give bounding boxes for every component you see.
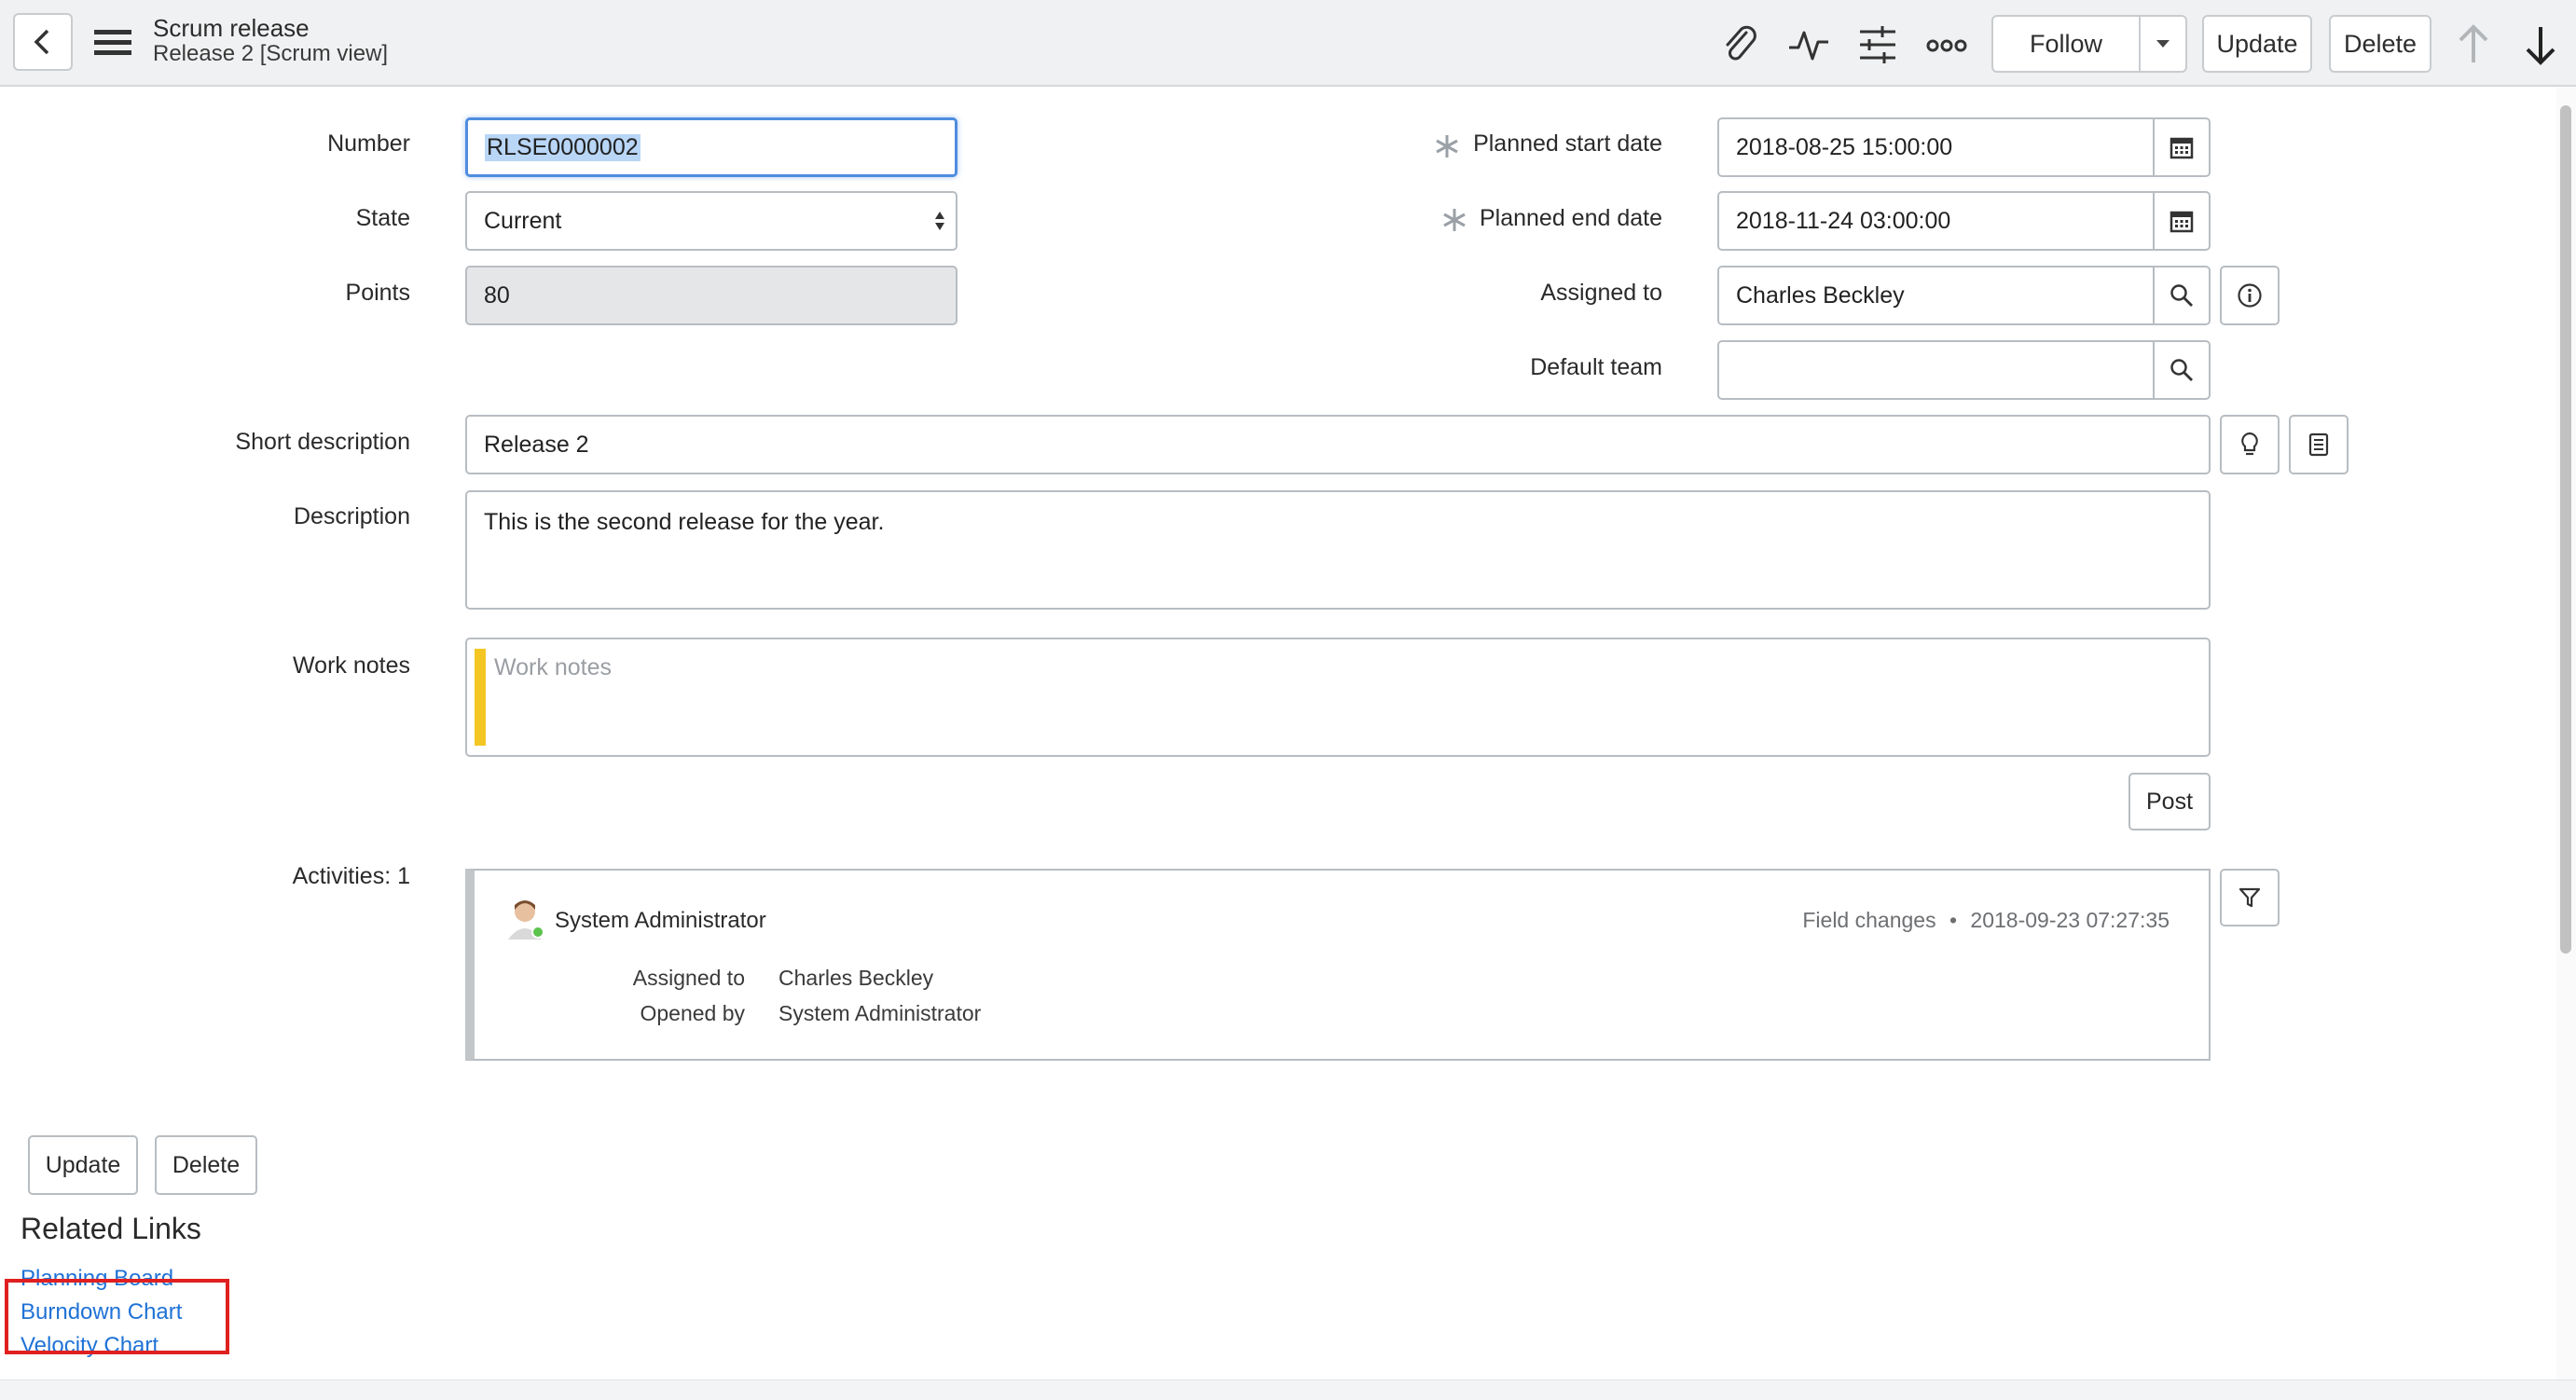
planned-end-label: Planned end date [1479,205,1662,231]
scrollbar-thumb[interactable] [2560,105,2571,954]
follow-button[interactable]: Follow [1991,15,2141,73]
planned-end-calendar-button[interactable] [2153,191,2211,251]
calendar-icon [2170,211,2194,233]
default-team-lookup-button[interactable] [2153,340,2211,400]
back-button[interactable] [13,13,73,71]
activities-label: Activities: 1 [292,863,410,889]
assigned-to-field[interactable]: Charles Beckley [1717,266,2155,325]
assigned-to-lookup-button[interactable] [2153,266,2211,325]
number-value: RLSE0000002 [485,133,641,161]
short-description-value: Release 2 [484,431,589,458]
work-notes-field[interactable]: Work notes [465,638,2211,757]
header-update-button[interactable]: Update [2202,15,2312,73]
search-icon [2170,359,2193,381]
planned-end-field[interactable]: 2018-11-24 03:00:00 [1717,191,2155,251]
number-field[interactable]: RLSE0000002 [465,117,957,177]
caret-down-icon [2156,40,2170,48]
form-title: Scrum release [153,14,310,42]
post-button[interactable]: Post [2128,773,2211,830]
search-icon [2170,284,2193,307]
planned-start-label: Planned start date [1473,130,1662,157]
menu-icon[interactable] [90,24,136,62]
change-field: Opened by [640,1001,745,1025]
number-label: Number [327,130,410,157]
book-icon [2308,432,2329,457]
bottom-bar [0,1379,2576,1400]
planned-start-value: 2018-08-25 15:00:00 [1736,133,1953,160]
activity-user: System Administrator [555,908,766,933]
work-notes-label: Work notes [293,652,410,679]
assigned-to-value: Charles Beckley [1736,281,1905,309]
work-notes-indicator [475,649,486,746]
short-description-label: Short description [235,429,410,455]
description-label: Description [293,503,410,529]
follow-dropdown-button[interactable] [2139,15,2187,73]
assigned-to-info-button[interactable] [2220,266,2280,325]
short-description-field[interactable]: Release 2 [465,415,2211,474]
form-header: Scrum release Release 2 [Scrum view] Fol… [0,0,2576,87]
state-label: State [355,205,410,231]
chevron-left-icon [34,29,49,55]
planned-start-field[interactable]: 2018-08-25 15:00:00 [1717,117,2155,177]
description-value: This is the second release for the year. [484,509,885,535]
form-subtitle: Release 2 [Scrum view] [153,41,389,66]
footer-update-button[interactable]: Update [28,1135,138,1195]
activity-pulse-icon[interactable] [1784,22,1833,67]
activity-type: Field changes [1802,908,1936,932]
select-arrows-icon [935,212,944,230]
planned-start-calendar-button[interactable] [2153,117,2211,177]
points-value: 80 [484,281,510,309]
arrow-down-icon[interactable] [2517,21,2564,69]
change-value: Charles Beckley [778,966,934,990]
state-value: Current [484,207,562,234]
calendar-icon [2170,137,2194,159]
header-delete-button[interactable]: Delete [2329,15,2431,73]
arrow-up-icon[interactable] [2450,21,2497,69]
work-notes-placeholder: Work notes [494,654,612,680]
avatar [506,897,545,940]
scrollbar-track[interactable] [2556,87,2576,1379]
activity-timestamp: 2018-09-23 07:27:35 [1970,908,2170,932]
more-options-icon[interactable] [1922,22,1971,67]
template-button[interactable] [2289,415,2349,474]
activity-meta: Field changes • 2018-09-23 07:27:35 [1802,908,2170,932]
description-field[interactable]: This is the second release for the year. [465,490,2211,610]
highlight-box [5,1279,229,1354]
points-field: 80 [465,266,957,325]
paperclip-icon[interactable] [1715,22,1764,67]
related-links-title: Related Links [21,1212,201,1245]
change-value: System Administrator [778,1001,982,1025]
lightbulb-icon [2241,432,2258,456]
state-select[interactable]: Current [465,191,957,251]
info-icon [2238,283,2262,308]
suggestion-button[interactable] [2220,415,2280,474]
planned-end-value: 2018-11-24 03:00:00 [1736,207,1951,234]
default-team-label: Default team [1530,354,1662,380]
activity-card: System Administrator Field changes • 201… [465,869,2211,1061]
footer-delete-button[interactable]: Delete [155,1135,257,1195]
filter-icon [2239,887,2261,908]
default-team-field[interactable] [1717,340,2155,400]
change-field: Assigned to [632,966,745,990]
points-label: Points [345,280,410,306]
sliders-icon[interactable] [1853,22,1902,67]
activity-filter-button[interactable] [2220,869,2280,926]
assigned-to-label: Assigned to [1540,280,1662,306]
